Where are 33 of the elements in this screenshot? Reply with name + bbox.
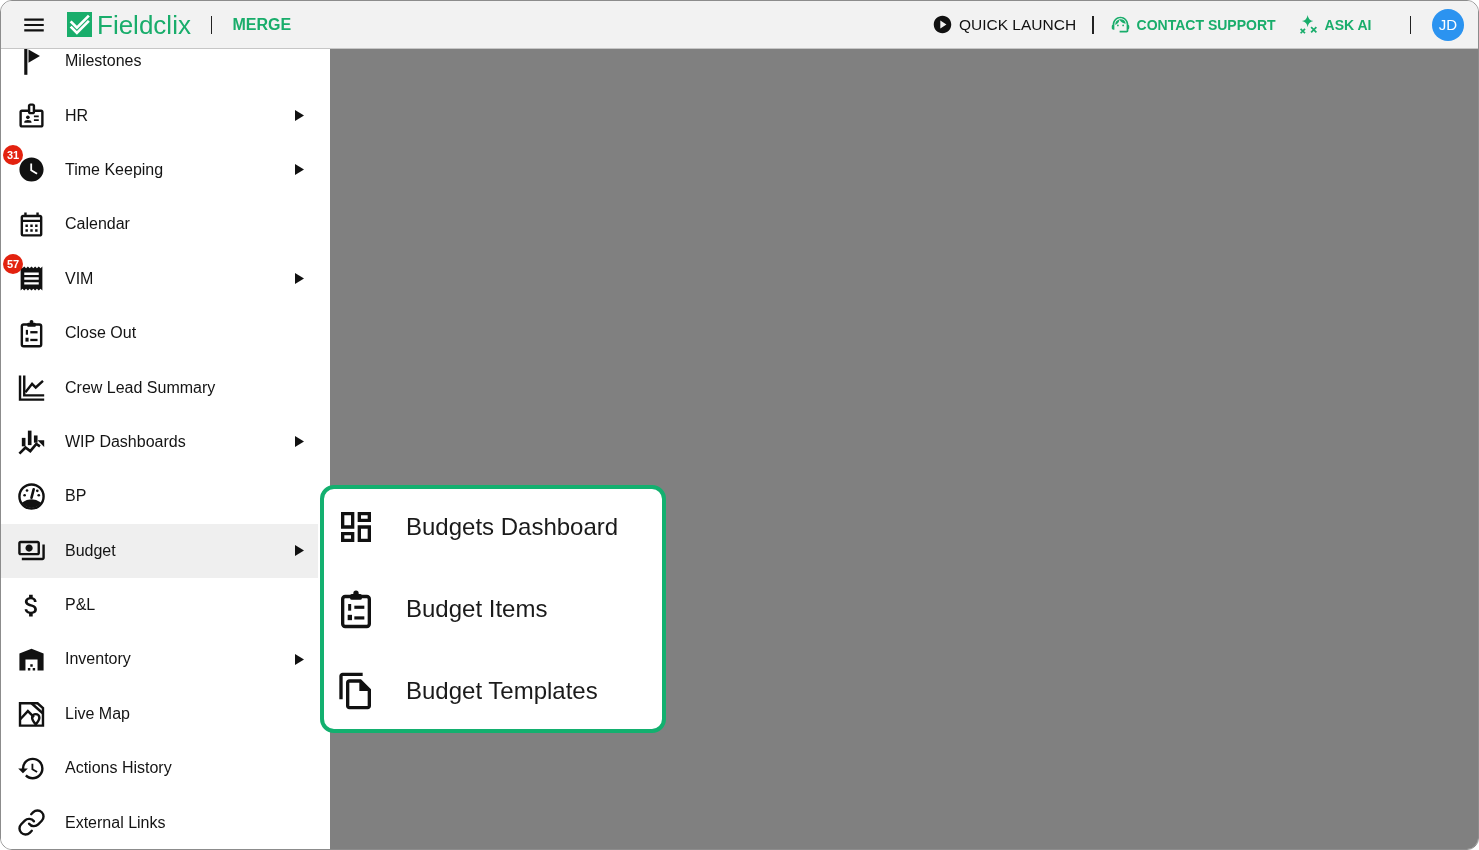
sidebar-item[interactable]: BP [1,469,318,524]
link-icon [17,808,46,838]
play-icon [931,14,953,35]
module-label: MERGE [232,15,292,34]
sidebar-item[interactable]: Crew Lead Summary [1,360,318,415]
gauge-icon [17,481,46,511]
sidebar-item[interactable]: Budget [1,523,318,578]
submenu-item[interactable]: Budget Templates [336,654,650,728]
sidebar-item[interactable]: Live Map [1,686,318,742]
sidebar-item[interactable]: WIP Dashboards [1,414,318,470]
map-pin-icon [17,699,46,729]
sidebar-item[interactable]: Calendar [1,197,318,252]
headset-icon [1109,14,1131,35]
count-badge: 57 [3,254,23,275]
sidebar-item[interactable]: Close Out [1,305,318,361]
sparkle-icon [1297,14,1319,35]
sidebar-item[interactable]: 57 VIM [1,251,318,306]
submenu-item[interactable]: Budgets Dashboard [336,490,650,564]
id-badge-icon [17,101,46,131]
line-chart-icon [17,373,46,403]
sidebar-item[interactable]: Milestones [1,49,318,89]
app-name: Fieldclix [97,9,191,40]
sidebar-item[interactable]: External Links [1,795,318,849]
logo-icon [67,12,92,37]
sidebar-item[interactable]: 31 Time Keeping [1,142,318,198]
sidebar-item[interactable]: Inventory [1,632,318,687]
sidebar-item[interactable]: P&L [1,577,318,633]
count-badge: 31 [3,145,23,166]
sidebar-item[interactable]: HR [1,88,318,143]
clock-icon [17,155,46,185]
submenu-item[interactable]: Budget Items [336,572,650,646]
header-link[interactable]: QUICK LAUNCH [931,14,1077,35]
sidebar-item[interactable]: Actions History [1,741,318,796]
